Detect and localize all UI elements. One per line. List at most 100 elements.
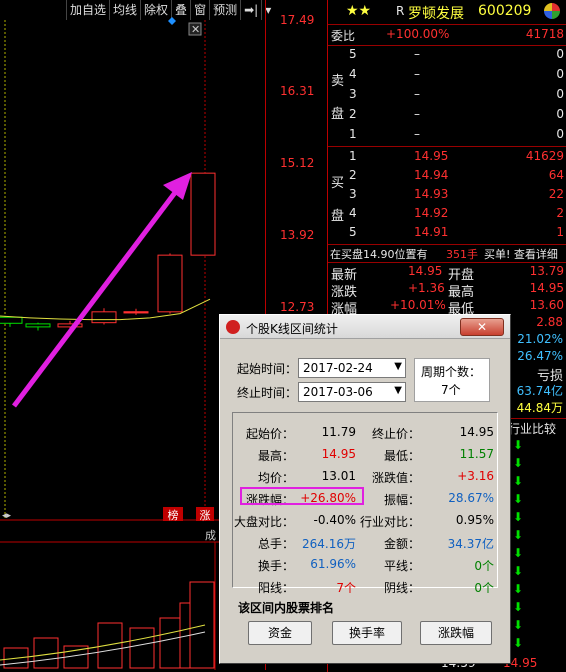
order-ratio-pct: +100.00% [386, 27, 450, 41]
price-label-4: 13.92 [280, 228, 315, 242]
high-price: 14.95 [529, 281, 564, 295]
volume-bar [189, 581, 215, 669]
stat-v2-2: +3.16 [457, 469, 494, 483]
industry-down-arrow-icon: ⬇ [513, 528, 524, 542]
quote-r1: 2.88 [536, 315, 563, 329]
sell-p: – [414, 127, 420, 141]
start-date-value: 2017-02-24 [303, 361, 373, 375]
buy-side-label-1: 买 [331, 176, 345, 191]
sell-v: 0 [556, 67, 564, 81]
bid-info-row[interactable]: 在买盘14.90位置有 351手 买单! 查看详细 [328, 245, 566, 263]
order-ratio-value: 41718 [525, 27, 564, 41]
diamond-marker [168, 17, 176, 25]
sell-row[interactable]: 5 – 0 [328, 46, 566, 64]
dialog-close-button[interactable]: ✕ [460, 318, 504, 336]
industry-down-arrow-icon: ⬇ [513, 492, 524, 506]
sell-row[interactable]: 4 – 0 [328, 66, 566, 84]
stat-v2-6: 0个 [474, 559, 494, 573]
start-time-label: 起始时间： [237, 362, 298, 376]
volume-bar [129, 627, 155, 669]
sell-n: 3 [349, 87, 357, 101]
industry-down-arrow-icon: ⬇ [513, 456, 524, 470]
industry-down-arrow-icon: ⬇ [513, 636, 524, 650]
sell-n: 2 [349, 107, 357, 121]
sell-row[interactable]: 1 – 0 [328, 126, 566, 144]
volume-tag: 成 [205, 529, 216, 542]
stat-v2-0: 14.95 [459, 425, 494, 439]
quote-row-2: 涨跌 +1.36 最高 14.95 [328, 280, 566, 300]
tag-rank[interactable]: 榜 [163, 507, 183, 522]
stat-l-5: 总手： [257, 537, 294, 551]
sell-v: 0 [556, 87, 564, 101]
rating-stars: ★★ [346, 3, 372, 19]
stat-l2-1: 最低： [383, 449, 420, 463]
buy-n: 1 [349, 149, 357, 163]
buy-side-label-2: 盘 [331, 209, 345, 224]
stat-l-1: 最高： [257, 449, 294, 463]
candle-body [0, 316, 23, 324]
sell-row[interactable]: 2 – 0 [328, 106, 566, 124]
industry-compare-tab[interactable]: 行业比较 [508, 420, 556, 437]
quote-r5: 63.74亿 [516, 384, 563, 398]
sell-v: 0 [556, 47, 564, 61]
scroll-left-icon: ◂▸ [2, 511, 12, 521]
buy-v: 2 [556, 206, 564, 220]
buy-n: 2 [349, 168, 357, 182]
bid-detail-link[interactable]: 买单! 查看详细 [484, 246, 558, 262]
price-label-3: 15.12 [280, 156, 315, 170]
sell-p: – [414, 107, 420, 121]
interval-stats-dialog[interactable]: 个股K线区间统计 ✕ 起始时间： 2017-02-24 ▼ 终止时间： 2017… [219, 314, 511, 664]
buy-row[interactable]: 2 14.94 64 [328, 167, 566, 185]
stat-v-6: 61.96% [310, 557, 356, 571]
stat-v-1: 14.95 [321, 447, 356, 461]
stat-l2-5: 金额： [383, 537, 420, 551]
buy-p: 14.93 [414, 187, 449, 201]
tag-limit-up[interactable]: 涨 [196, 507, 214, 522]
latest-price: 14.95 [408, 264, 443, 278]
stat-l2-6: 平线： [383, 559, 420, 573]
period-count-label: 周期个数： [421, 365, 482, 379]
buy-p: 14.95 [414, 149, 449, 163]
stat-l2-0: 终止价： [371, 427, 420, 441]
sell-row[interactable]: 3 – 0 [328, 86, 566, 104]
pct-value: +10.01% [390, 298, 446, 312]
rank-by-funds-button[interactable]: 资金 [248, 621, 312, 645]
buy-v: 41629 [525, 149, 564, 163]
industry-down-arrow-icon: ⬇ [513, 546, 524, 560]
quote-r6: 44.84万 [516, 401, 563, 415]
buy-n: 4 [349, 206, 357, 220]
stat-v-7: 7个 [336, 581, 356, 595]
chevron-down-icon: ▼ [394, 385, 402, 396]
stat-l-0: 起始价： [245, 427, 294, 441]
buy-row[interactable]: 1 14.95 41629 [328, 148, 566, 166]
sell-p: – [414, 47, 420, 61]
sell-side-label-2: 盘 [331, 107, 345, 122]
chevron-down-icon: ▼ [394, 361, 402, 372]
buy-n: 5 [349, 225, 357, 239]
industry-down-arrow-icon: ⬇ [513, 438, 524, 452]
stat-l-6: 换手： [257, 559, 294, 573]
end-time-label: 终止时间： [237, 386, 298, 400]
start-date-select[interactable]: 2017-02-24 ▼ [298, 358, 406, 378]
color-wheel-icon[interactable] [544, 3, 560, 19]
buy-row[interactable]: 3 14.93 22 [328, 186, 566, 204]
buy-row[interactable]: 4 14.92 2 [328, 205, 566, 223]
order-ratio-label: 委比 [331, 29, 356, 43]
stat-l-4: 大盘对比： [233, 515, 294, 529]
buy-row[interactable]: 5 14.91 1 [328, 224, 566, 242]
sell-n: 1 [349, 127, 357, 141]
rank-section-title: 该区间内股票排名 [238, 601, 335, 615]
price-label-2: 16.31 [280, 84, 315, 98]
sell-n: 5 [349, 47, 357, 61]
stat-v-5: 264.16万 [302, 537, 356, 551]
quote-r3: 26.47% [517, 349, 563, 363]
rank-by-turnover-button[interactable]: 换手率 [332, 621, 402, 645]
stock-code: 600209 [478, 3, 532, 19]
rank-by-change-button[interactable]: 涨跌幅 [420, 621, 492, 645]
stock-title-row: ★★ R 罗顿发展 600209 [328, 0, 566, 24]
end-date-select[interactable]: 2017-03-06 ▼ [298, 382, 406, 402]
stat-l-7: 阳线： [257, 581, 294, 595]
dialog-titlebar[interactable]: 个股K线区间统计 ✕ [220, 315, 510, 339]
quote-r2: 21.02% [517, 332, 563, 346]
stock-flag: R [396, 4, 405, 18]
